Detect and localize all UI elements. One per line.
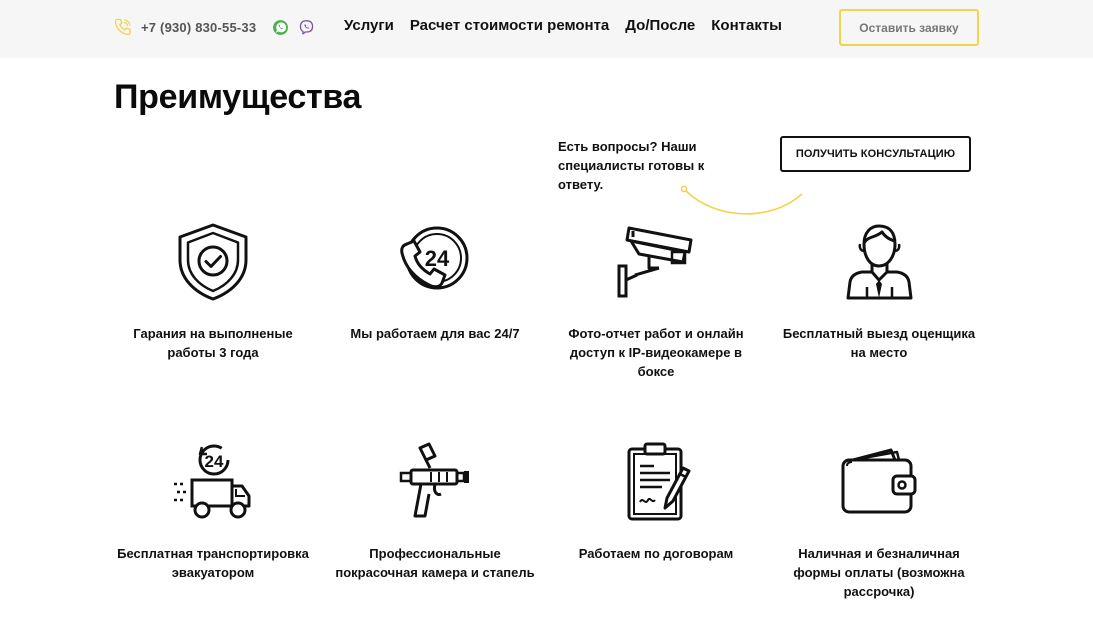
feature-label: Бесплатная транспортировка эвакуатором <box>117 546 309 580</box>
feature-contracts: Работаем по договорам <box>556 442 756 563</box>
nav-item-repair-cost[interactable]: Расчет стоимости ремонта <box>410 17 609 34</box>
top-bar: +7 (930) 830-55-33 Услуги Расчет стоимос… <box>0 0 1093 58</box>
feature-tow-truck: 24 Бесплатная транспортировка эвакуаторо… <box>113 442 313 582</box>
manager-icon <box>846 224 913 300</box>
phone-icon[interactable] <box>113 17 133 37</box>
phone-24-icon: 24 <box>400 226 469 290</box>
feature-label: Профессиональные покрасочная камера и ст… <box>335 546 535 580</box>
main-nav: Услуги Расчет стоимости ремонта До/После… <box>344 17 798 34</box>
shield-check-icon <box>178 223 248 301</box>
phone-number[interactable]: +7 (930) 830-55-33 <box>141 20 256 35</box>
leave-request-button[interactable]: Оставить заявку <box>839 9 979 46</box>
spray-gun-icon <box>399 442 469 518</box>
feature-camera: Фото-отчет работ и онлайн доступ к IP-ви… <box>556 222 756 381</box>
nav-item-services[interactable]: Услуги <box>344 17 394 34</box>
wallet-icon <box>841 448 917 514</box>
decorative-curve <box>680 185 803 215</box>
whatsapp-icon[interactable] <box>272 19 289 36</box>
delivery-truck-24-icon: 24 <box>174 444 251 519</box>
page-title: Преимущества <box>114 78 362 116</box>
feature-label: Мы работаем для вас 24/7 <box>350 326 520 341</box>
feature-appraiser: Бесплатный выезд оценщика на место <box>779 222 979 362</box>
feature-label: Бесплатный выезд оценщика на место <box>782 326 976 360</box>
feature-24-7: 24 Мы работаем для вас 24/7 <box>335 222 535 343</box>
get-consultation-button[interactable]: ПОЛУЧИТЬ КОНСУЛЬТАЦИЮ <box>780 136 971 172</box>
nav-item-before-after[interactable]: До/После <box>625 17 695 34</box>
feature-warranty: Гарания на выполненые работы 3 года <box>113 222 313 362</box>
feature-label: Фото-отчет работ и онлайн доступ к IP-ви… <box>568 326 744 379</box>
contract-clipboard-icon <box>627 442 691 521</box>
feature-label: Работаем по договорам <box>578 546 734 561</box>
svg-text:24: 24 <box>425 246 450 271</box>
feature-label: Гарания на выполненые работы 3 года <box>133 326 293 360</box>
security-camera-icon <box>617 226 693 298</box>
nav-item-contacts[interactable]: Контакты <box>711 17 782 34</box>
feature-payment: Наличная и безналичная формы оплаты (воз… <box>779 442 979 601</box>
viber-icon[interactable] <box>298 19 315 36</box>
feature-label: Наличная и безналичная формы оплаты (воз… <box>793 546 965 599</box>
feature-paint-booth: Профессиональные покрасочная камера и ст… <box>335 442 535 582</box>
svg-text:24: 24 <box>205 452 224 471</box>
contact-group: +7 (930) 830-55-33 <box>113 15 315 39</box>
